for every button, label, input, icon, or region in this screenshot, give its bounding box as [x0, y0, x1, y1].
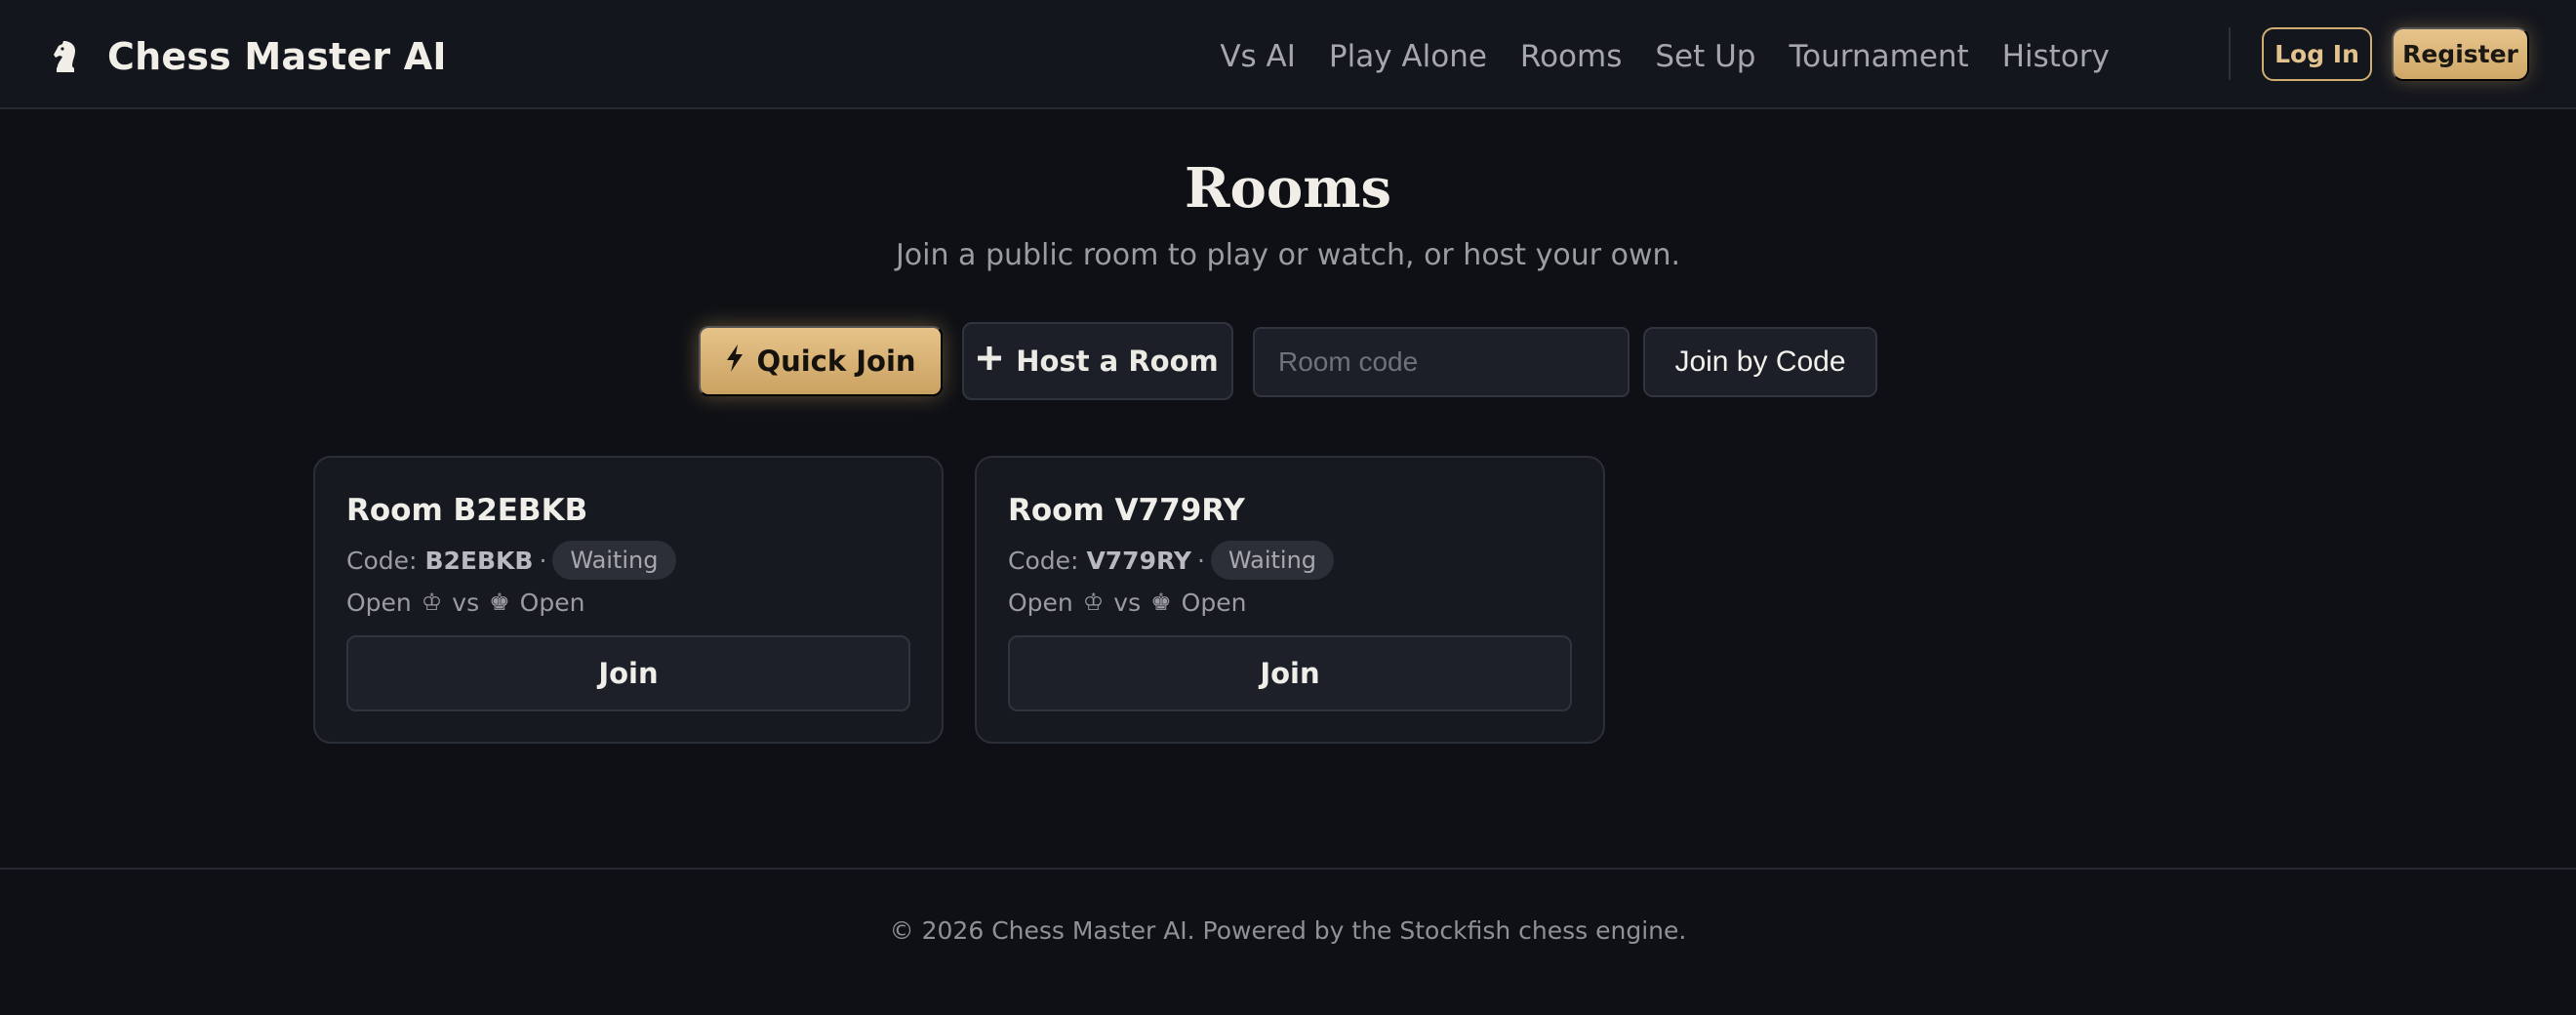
- nav-vs-ai[interactable]: Vs AI: [1220, 39, 1296, 74]
- join-room-button[interactable]: Join: [1008, 635, 1572, 711]
- join-room-button[interactable]: Join: [346, 635, 910, 711]
- quick-join-button[interactable]: Quick Join: [699, 326, 943, 396]
- nav-tournament[interactable]: Tournament: [1790, 39, 1969, 74]
- main-nav: Vs AI Play Alone Rooms Set Up Tournament…: [1220, 29, 2110, 84]
- room-code-label: Code:: [346, 546, 418, 575]
- nav-history[interactable]: History: [2002, 39, 2110, 74]
- status-badge: Waiting: [552, 541, 676, 580]
- nav-set-up[interactable]: Set Up: [1655, 39, 1755, 74]
- room-code-value: V779RY: [1086, 546, 1191, 575]
- room-code-input[interactable]: [1253, 327, 1630, 397]
- nav-play-alone[interactable]: Play Alone: [1329, 39, 1487, 74]
- host-room-button[interactable]: Host a Room: [962, 322, 1233, 400]
- room-card: Room B2EBKB Code: B2EBKB · Waiting Open …: [313, 456, 944, 744]
- quick-join-label: Quick Join: [756, 345, 916, 378]
- white-king-icon: ♔: [1082, 589, 1105, 616]
- separator-dot: ·: [1196, 546, 1205, 575]
- black-king-icon: ♚: [489, 589, 510, 616]
- black-player: Open: [519, 588, 585, 617]
- room-card: Room V779RY Code: V779RY · Waiting Open …: [975, 456, 1605, 744]
- host-room-label: Host a Room: [1016, 345, 1219, 378]
- white-king-icon: ♔: [421, 589, 443, 616]
- vs-label: vs: [452, 588, 480, 617]
- brand[interactable]: Chess Master AI: [49, 29, 447, 84]
- black-player: Open: [1181, 588, 1247, 617]
- room-code-row: Code: B2EBKB · Waiting: [346, 540, 676, 581]
- page-subtitle: Join a public room to play or watch, or …: [895, 238, 1681, 272]
- footer-text: © 2026 Chess Master AI. Powered by the S…: [889, 916, 1687, 945]
- room-code-label: Code:: [1008, 546, 1079, 575]
- join-by-code-button[interactable]: Join by Code: [1643, 327, 1877, 397]
- register-button[interactable]: Register: [2392, 27, 2529, 81]
- lightning-icon: [725, 344, 745, 380]
- top-header: Chess Master AI Vs AI Play Alone Rooms S…: [0, 0, 2576, 109]
- nav-rooms[interactable]: Rooms: [1520, 39, 1622, 74]
- room-players: Open ♔ vs ♚ Open: [346, 585, 584, 620]
- brand-title: Chess Master AI: [107, 35, 447, 78]
- separator-dot: ·: [539, 546, 547, 575]
- room-code-row: Code: V779RY · Waiting: [1008, 540, 1335, 581]
- knight-icon: [49, 37, 82, 76]
- plus-icon: [977, 345, 1002, 378]
- nav-divider: [2229, 27, 2231, 80]
- room-code-value: B2EBKB: [424, 546, 534, 575]
- black-king-icon: ♚: [1150, 589, 1172, 616]
- status-badge: Waiting: [1210, 541, 1335, 580]
- login-button[interactable]: Log In: [2262, 27, 2372, 81]
- white-player: Open: [1008, 588, 1073, 617]
- room-title: Room V779RY: [1008, 493, 1245, 528]
- white-player: Open: [346, 588, 412, 617]
- page-title: Rooms: [1184, 156, 1392, 221]
- page-footer: © 2026 Chess Master AI. Powered by the S…: [0, 868, 2576, 1015]
- vs-label: vs: [1113, 588, 1142, 617]
- room-players: Open ♔ vs ♚ Open: [1008, 585, 1246, 620]
- room-title: Room B2EBKB: [346, 493, 588, 528]
